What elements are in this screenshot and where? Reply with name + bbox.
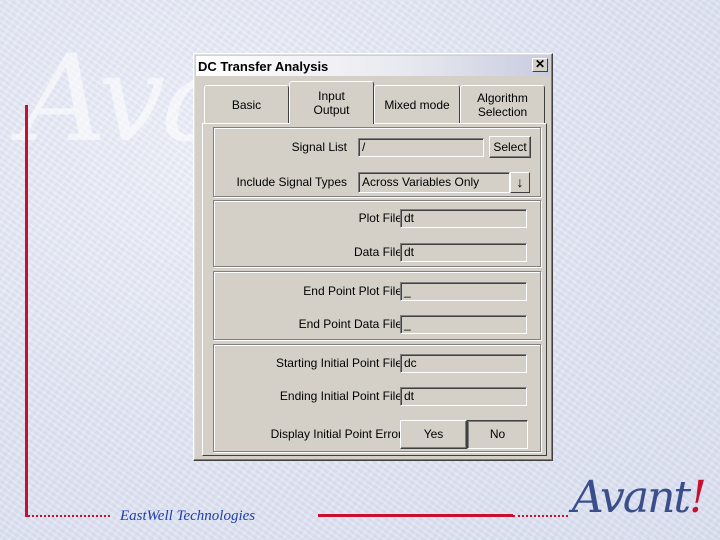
arrow-down-icon[interactable]: ↓ xyxy=(510,172,530,193)
end-point-plot-label: End Point Plot File xyxy=(303,284,402,298)
tab-mixed-mode-label: Mixed mode xyxy=(384,97,450,112)
signal-list-label: Signal List xyxy=(291,140,347,154)
end-point-data-input[interactable]: _ xyxy=(400,315,527,334)
tab-algorithm-selection[interactable]: Algorithm Selection xyxy=(460,85,545,123)
signal-group: Signal List / Select Include Signal Type… xyxy=(213,127,541,197)
close-icon[interactable]: ✕ xyxy=(532,58,548,72)
select-button[interactable]: Select xyxy=(489,136,531,158)
signal-types-label: Include Signal Types xyxy=(236,175,347,189)
tab-input-output[interactable]: Input Output xyxy=(289,81,374,124)
tab-basic-label: Basic xyxy=(231,97,262,112)
end-point-data-label: End Point Data File xyxy=(298,317,402,331)
footer-company: EastWell Technologies xyxy=(120,508,256,524)
accent-vertical-line xyxy=(25,105,28,517)
tab-input-output-label: Input Output xyxy=(313,89,350,117)
signal-types-select[interactable]: Across Variables Only xyxy=(358,172,510,193)
ending-initial-point-input[interactable]: dt xyxy=(400,387,527,406)
dc-transfer-dialog: DC Transfer Analysis ✕ Basic Input Outpu… xyxy=(193,53,553,461)
plot-group: Plot File dt Data File dt xyxy=(213,200,541,267)
ending-initial-point-label: Ending Initial Point File xyxy=(279,389,402,403)
dialog-title: DC Transfer Analysis xyxy=(198,58,329,74)
tab-algorithm-label: Algorithm Selection xyxy=(477,90,528,119)
data-file-label: Data File xyxy=(353,245,402,259)
accent-dotted-line-left xyxy=(25,514,110,517)
plot-file-label: Plot File xyxy=(358,211,402,225)
initial-point-group: Starting Initial Point File dc Ending In… xyxy=(213,344,541,452)
starting-initial-point-input[interactable]: dc xyxy=(400,354,527,373)
no-button[interactable]: No xyxy=(467,420,528,449)
signal-list-input[interactable]: / xyxy=(358,138,484,157)
tab-mixed-mode[interactable]: Mixed mode xyxy=(374,85,460,123)
starting-initial-point-label: Starting Initial Point File xyxy=(275,356,402,370)
end-point-group: End Point Plot File _ End Point Data Fil… xyxy=(213,271,541,340)
tab-basic[interactable]: Basic xyxy=(204,85,289,123)
display-error-label: Display Initial Point Error xyxy=(270,427,402,441)
brand-logo: Avant! xyxy=(572,472,707,523)
input-output-panel: Signal List / Select Include Signal Type… xyxy=(202,123,547,456)
brand-logo-text: Avant xyxy=(572,472,691,523)
end-point-plot-input[interactable]: _ xyxy=(400,282,527,301)
data-file-input[interactable]: dt xyxy=(400,243,527,262)
accent-line-right xyxy=(318,514,513,517)
plot-file-input[interactable]: dt xyxy=(400,209,527,228)
tab-strip: Basic Input Output Mixed mode Algorithm … xyxy=(202,81,547,124)
title-bar[interactable]: DC Transfer Analysis ✕ xyxy=(196,56,550,76)
brand-logo-accent: ! xyxy=(689,472,707,523)
yes-button[interactable]: Yes xyxy=(400,420,467,449)
accent-dotted-line-right xyxy=(513,514,568,517)
